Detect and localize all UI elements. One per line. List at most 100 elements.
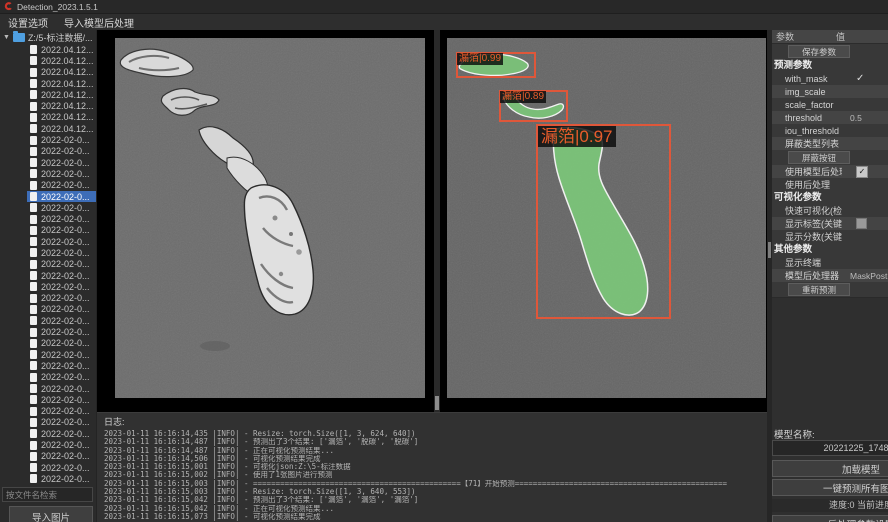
tree-item[interactable]: 2022.04.12... [0, 55, 96, 66]
expander-arrow-icon[interactable]: ▼ [3, 34, 10, 41]
file-icon [30, 339, 37, 348]
tree-item[interactable]: 2022-02-0... [0, 360, 96, 371]
tree-item[interactable]: 2022.04.12... [0, 44, 96, 55]
tree-item[interactable]: 2022-02-0... [0, 326, 96, 337]
tree-item[interactable]: 2022-02-0... [0, 191, 96, 202]
param-row[interactable]: with_mask ✓ [772, 72, 888, 85]
param-row[interactable]: 使用模型后处理 ✓ [772, 165, 888, 178]
source-image-view[interactable] [115, 38, 425, 398]
tree-item-label: 2022-02-0... [41, 485, 90, 486]
filename-search-input[interactable] [2, 487, 93, 502]
tree-item[interactable]: 2022-02-0... [0, 315, 96, 326]
parameter-table-header: 参数 值 [772, 30, 888, 44]
tree-item-label: 2022-02-0... [41, 225, 90, 235]
menu-item[interactable]: 设置选项 [8, 15, 48, 30]
param-row[interactable]: scale_factor [772, 98, 888, 111]
tree-item-label: 2022-02-0... [41, 135, 90, 145]
menu-item[interactable]: 导入模型后处理 [64, 15, 134, 30]
param-value[interactable]: ✓ [856, 166, 868, 178]
progress-status: 速度:0 当前进度 [772, 499, 888, 512]
tree-item[interactable]: 2022-02-0... [0, 304, 96, 315]
tree-item[interactable]: 2022.04.12... [0, 100, 96, 111]
load-model-button[interactable]: 加载模型 [772, 460, 888, 477]
param-label: iou_threshold [772, 126, 842, 136]
tree-item[interactable]: 2022-02-0... [0, 383, 96, 394]
tree-item-label: 2022.04.12... [41, 124, 94, 134]
tree-root-folder[interactable]: ▼ Z:/5-标注数据/... [0, 31, 96, 44]
log-line: 2023-01-11 16:16:15,001 |INFO| - 可视化json… [97, 463, 767, 471]
file-icon [30, 429, 37, 438]
prediction-image-view[interactable]: 漏箔|0.99 漏箔|0.89 漏箔|0.97 [447, 38, 766, 398]
tree-item[interactable]: 2022.04.12... [0, 67, 96, 78]
tree-item-label: 2022.04.12... [41, 90, 94, 100]
tree-item-label: 2022-02-0... [41, 158, 90, 168]
param-row[interactable]: img_scale [772, 85, 888, 98]
param-row[interactable]: 屏蔽类型列表 [772, 137, 888, 150]
tree-item[interactable]: 2022-02-0... [0, 485, 96, 486]
param-button[interactable]: 屏蔽按钮 [788, 151, 850, 164]
param-row[interactable]: 使用后处理 [772, 178, 888, 191]
tree-item[interactable]: 2022-02-0... [0, 259, 96, 270]
tree-item[interactable]: 2022-02-0... [0, 406, 96, 417]
import-images-button[interactable]: 导入图片 [9, 506, 93, 522]
tree-item[interactable]: 2022-02-0... [0, 168, 96, 179]
tree-item-label: 2022-02-0... [41, 316, 90, 326]
param-button[interactable]: 重新预测 [788, 283, 850, 296]
image-splitter-grip[interactable] [435, 396, 439, 410]
tree-item[interactable]: 2022.04.12... [0, 78, 96, 89]
param-label: scale_factor [772, 100, 842, 110]
param-value[interactable]: MaskPostPro [850, 271, 888, 281]
param-row[interactable]: 显示分数(关键点) [772, 230, 888, 243]
param-label: threshold [772, 113, 842, 123]
tree-item[interactable]: 2022-02-0... [0, 439, 96, 450]
tree-item[interactable]: 2022-02-0... [0, 394, 96, 405]
log-console[interactable]: 日志: 2023-01-11 16:16:14,435 |INFO| - Res… [97, 412, 767, 522]
tree-item[interactable]: 2022-02-0... [0, 247, 96, 258]
tree-item[interactable]: 2022-02-0... [0, 462, 96, 473]
tree-item[interactable]: 2022-02-0... [0, 338, 96, 349]
tree-item[interactable]: 2022-02-0... [0, 293, 96, 304]
param-button[interactable]: 保存参数 [788, 45, 850, 58]
predict-all-button[interactable]: 一键预测所有图片 [772, 479, 888, 496]
tree-item[interactable]: 2022-02-0... [0, 236, 96, 247]
param-value[interactable] [856, 218, 867, 229]
param-row[interactable]: 显示标签(关键点) [772, 217, 888, 230]
param-button-row: 重新预测 [772, 282, 888, 297]
tree-item[interactable]: 2022-02-0... [0, 202, 96, 213]
tree-item[interactable]: 2022-02-0... [0, 157, 96, 168]
tree-item[interactable]: 2022-02-0... [0, 372, 96, 383]
postprocess-settings-button[interactable]: 后处理参数设置 [772, 515, 888, 522]
tree-item-label: 2022-02-0... [41, 451, 90, 461]
tree-item[interactable]: 2022-02-0... [0, 473, 96, 484]
tree-item[interactable]: 2022.04.12... [0, 89, 96, 100]
tree-item-label: 2022-02-0... [41, 146, 90, 156]
tree-item[interactable]: 2022-02-0... [0, 417, 96, 428]
tree-item[interactable]: 2022-02-0... [0, 225, 96, 236]
tree-item[interactable]: 2022-02-0... [0, 146, 96, 157]
log-line: 2023-01-11 16:16:14,435 |INFO| - Resize:… [97, 430, 767, 438]
param-value[interactable]: ✓ [856, 73, 864, 84]
param-row[interactable]: 快速可视化(检测) [772, 204, 888, 217]
tree-item[interactable]: 2022-02-0... [0, 281, 96, 292]
param-button-row: 屏蔽按钮 [772, 150, 888, 165]
log-line: 2023-01-11 16:16:15,003 |INFO| - Resize:… [97, 488, 767, 496]
param-row[interactable]: 模型后处理器 MaskPostPro [772, 269, 888, 282]
image-splitter[interactable] [434, 30, 440, 412]
app-logo-icon [4, 2, 13, 11]
model-name-field[interactable]: 20221225_174813 [772, 440, 888, 456]
param-row[interactable]: 显示终端 [772, 256, 888, 269]
file-icon [30, 136, 37, 145]
tree-item[interactable]: 2022-02-0... [0, 270, 96, 281]
param-row[interactable]: threshold 0.5 [772, 111, 888, 124]
tree-item[interactable]: 2022-02-0... [0, 451, 96, 462]
tree-item[interactable]: 2022-02-0... [0, 180, 96, 191]
tree-item[interactable]: 2022-02-0... [0, 349, 96, 360]
file-tree-panel: ▼ Z:/5-标注数据/... 2022.04.12... 2022.04.12… [0, 30, 97, 522]
tree-item[interactable]: 2022.04.12... [0, 123, 96, 134]
tree-item[interactable]: 2022-02-0... [0, 134, 96, 145]
tree-item[interactable]: 2022-02-0... [0, 428, 96, 439]
param-value[interactable]: 0.5 [850, 113, 862, 123]
tree-item[interactable]: 2022-02-0... [0, 213, 96, 224]
tree-item[interactable]: 2022.04.12... [0, 112, 96, 123]
param-row[interactable]: iou_threshold [772, 124, 888, 137]
